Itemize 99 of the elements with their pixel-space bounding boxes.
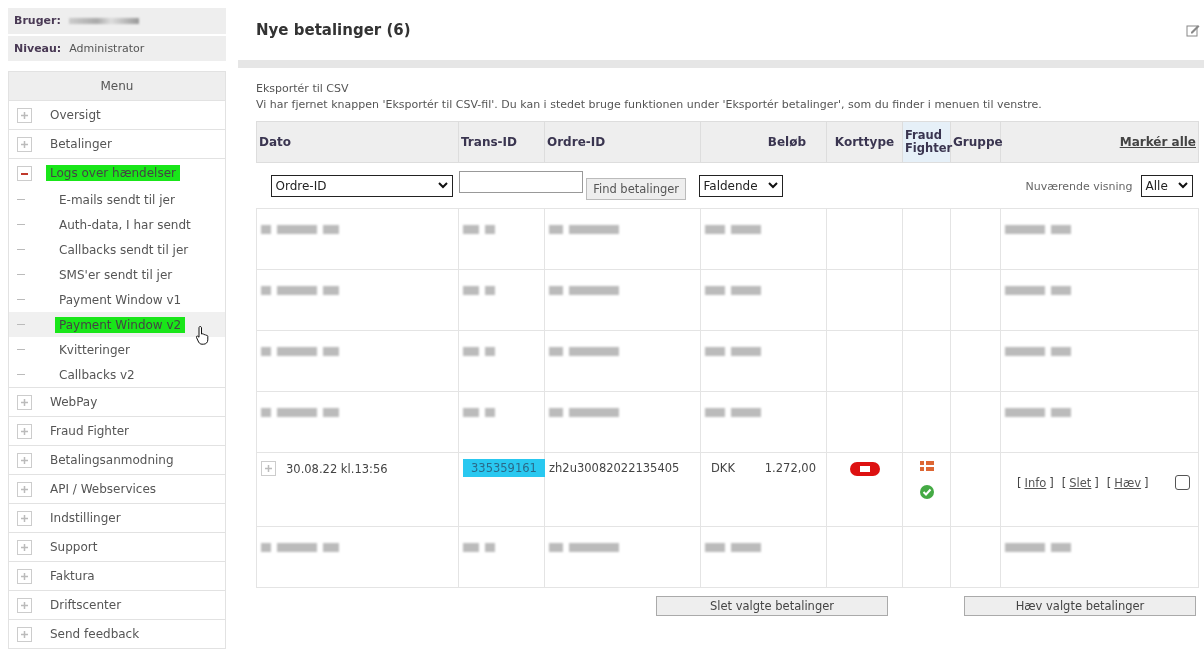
- redacted-content: [549, 286, 619, 295]
- row-action-link[interactable]: Slet: [1069, 475, 1092, 490]
- submenu-item[interactable]: SMS'er sendt til jer: [55, 266, 177, 283]
- menu-item[interactable]: Send feedback: [46, 626, 144, 642]
- redacted-content: [705, 408, 761, 417]
- redacted-content: [463, 347, 495, 356]
- expand-icon[interactable]: [17, 539, 32, 555]
- hand-cursor-icon: [195, 324, 211, 345]
- caret-icon: [1177, 182, 1188, 189]
- user-label: Bruger:: [14, 14, 61, 28]
- menu-item[interactable]: Driftscenter: [46, 597, 126, 613]
- level-label: Niveau:: [14, 41, 62, 55]
- date-cell: 30.08.22 kl.13:56: [286, 461, 388, 476]
- export-title: Eksportér til CSV: [256, 82, 350, 95]
- submenu-item[interactable]: Auth-data, I har sendt: [55, 216, 195, 233]
- redacted-content: [705, 286, 761, 295]
- submenu-item[interactable]: E-mails sendt til jer: [55, 191, 179, 208]
- amount-cell: 1.272,00: [764, 461, 816, 475]
- expand-icon[interactable]: [17, 394, 32, 410]
- mark-all-link[interactable]: Markér alle: [1119, 135, 1196, 149]
- redacted-content: [463, 225, 495, 234]
- caret-icon: [437, 182, 448, 189]
- caret-icon: [767, 182, 778, 189]
- redacted-content: [549, 347, 619, 356]
- redacted-content: [705, 543, 761, 552]
- row-action-link[interactable]: Info: [1024, 475, 1047, 490]
- submenu-item[interactable]: Payment Window v1: [55, 291, 186, 308]
- view-dropdown[interactable]: Alle: [1140, 174, 1193, 197]
- menu-item[interactable]: WebPay: [46, 394, 102, 410]
- redacted-content: [549, 543, 619, 552]
- expand-icon[interactable]: [261, 461, 276, 476]
- find-payments-button[interactable]: Find betalinger: [586, 178, 687, 200]
- collapse-icon[interactable]: [17, 165, 32, 181]
- menu-item[interactable]: Betalinger: [46, 136, 116, 152]
- expand-icon[interactable]: [17, 481, 32, 497]
- search-field[interactable]: [458, 171, 583, 193]
- bracket-mark: ]: [1049, 475, 1054, 490]
- sort-order-dropdown[interactable]: Faldende: [698, 174, 783, 197]
- expand-icon[interactable]: [17, 107, 32, 123]
- expand-icon[interactable]: [17, 452, 32, 468]
- expand-icon[interactable]: [17, 597, 32, 613]
- bracket-mark: [: [1061, 475, 1067, 490]
- redacted-content: [463, 543, 495, 552]
- redacted-content: [463, 286, 495, 295]
- column-header: Trans-ID: [458, 121, 545, 163]
- expand-icon[interactable]: [17, 136, 32, 152]
- expand-icon[interactable]: [17, 510, 32, 526]
- redacted-content: [1005, 225, 1071, 234]
- submenu-item[interactable]: Callbacks sendt til jer: [55, 241, 193, 258]
- menu-item[interactable]: Logs over hændelser: [46, 165, 180, 181]
- menu-item[interactable]: Indstillinger: [46, 510, 125, 526]
- redacted-content: [705, 347, 761, 356]
- bulk-action-button[interactable]: Hæv valgte betalinger: [964, 596, 1196, 616]
- row-action-link[interactable]: Hæv: [1114, 475, 1142, 490]
- export-note: Vi har fjernet knappen 'Eksportér til CSV-fil'. Du kan i stedet bruge funktionen under 'Eksportér betalinger', som du finder i menuen til venstre.: [256, 98, 1043, 111]
- currency-cell: DKK: [711, 461, 735, 475]
- redacted-content: [705, 225, 761, 234]
- column-header: Fraud Fighter: [902, 121, 951, 163]
- submenu-item[interactable]: Payment Window v2: [55, 316, 186, 333]
- menu-item[interactable]: Fraud Fighter: [46, 423, 133, 439]
- search-field-dropdown[interactable]: Ordre-ID: [270, 174, 453, 197]
- redacted-content: [1005, 286, 1071, 295]
- flag-icon: [919, 461, 934, 471]
- redacted-content: [549, 408, 619, 417]
- menu-item[interactable]: API / Webservices: [46, 481, 161, 497]
- card-logo-icon: [849, 461, 880, 477]
- column-header: Beløb: [700, 121, 827, 163]
- bracket-mark: [: [1106, 475, 1112, 490]
- redacted-content: [463, 408, 495, 417]
- trans-id-cell: 335359161: [463, 459, 545, 477]
- menu-item[interactable]: Support: [46, 539, 102, 555]
- level-value: Administrator: [69, 41, 145, 55]
- page-title: Nye betalinger (6): [256, 21, 411, 39]
- bracket-mark: ]: [1094, 475, 1099, 490]
- redacted-content: [549, 225, 619, 234]
- redacted-content: [1005, 347, 1071, 356]
- bulk-action-button[interactable]: Slet valgte betalinger: [656, 596, 888, 616]
- edit-icon[interactable]: [1186, 23, 1200, 37]
- redacted-content: [1005, 543, 1071, 552]
- submenu-item[interactable]: Callbacks v2: [55, 366, 139, 383]
- bracket-mark: ]: [1144, 475, 1149, 490]
- row-checkbox[interactable]: [1175, 475, 1190, 490]
- menu-item[interactable]: Faktura: [46, 568, 99, 584]
- menu-item[interactable]: Betalingsanmodning: [46, 452, 178, 468]
- order-id-cell: zh2u30082022135405: [549, 461, 680, 475]
- column-header: Ordre-ID: [544, 121, 701, 163]
- redacted-content: [1005, 408, 1071, 417]
- redacted-content: [68, 17, 139, 24]
- menu-title: Menu: [9, 72, 225, 100]
- expand-icon[interactable]: [17, 626, 32, 642]
- view-label: Nuværende visning: [1025, 179, 1133, 193]
- bracket-mark: [: [1017, 475, 1022, 490]
- expand-icon[interactable]: [17, 568, 32, 584]
- expand-icon[interactable]: [17, 423, 32, 439]
- submenu-item[interactable]: Kvitteringer: [55, 341, 134, 358]
- menu-item[interactable]: Oversigt: [46, 107, 105, 123]
- column-header: Korttype: [826, 121, 903, 163]
- column-header: Dato: [256, 121, 459, 163]
- check-icon: [919, 485, 934, 499]
